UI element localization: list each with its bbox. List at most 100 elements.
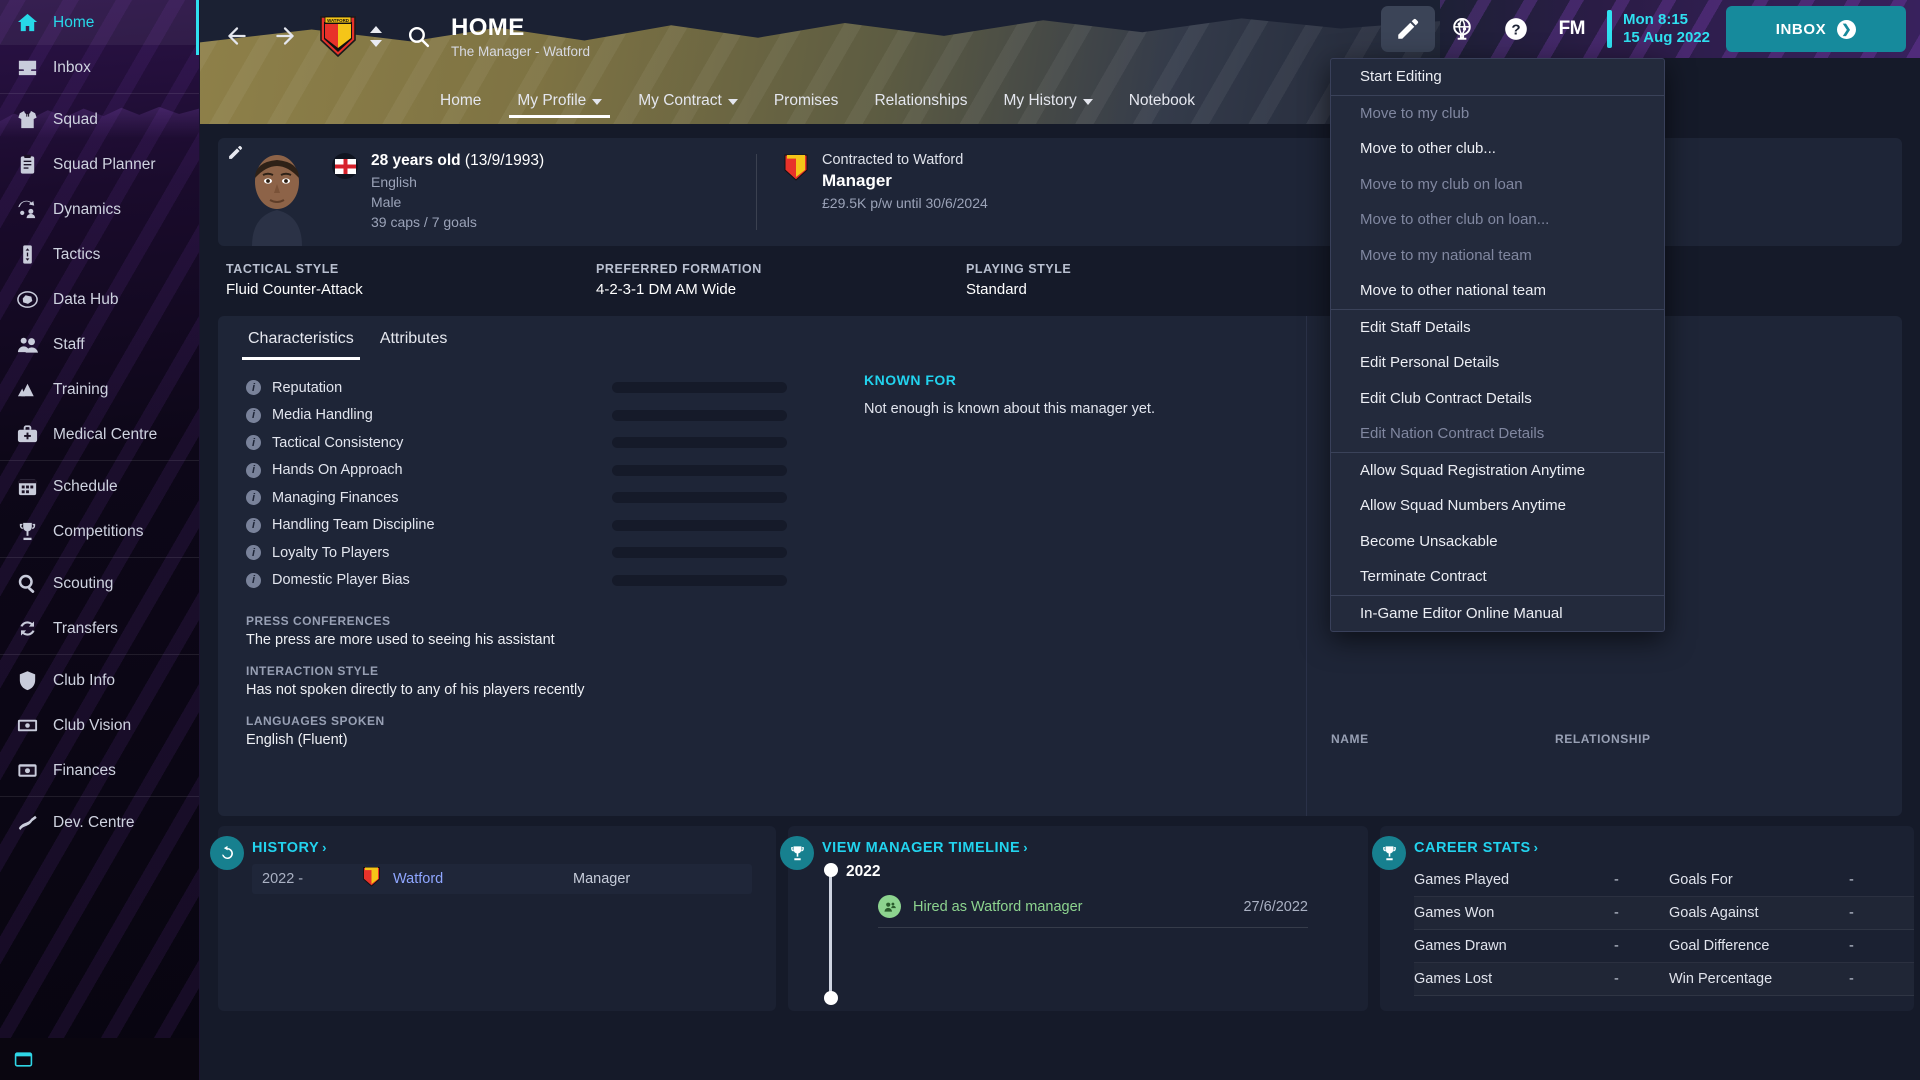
sidebar-item-dynamics[interactable]: Dynamics xyxy=(0,187,199,232)
app-root: Home Inbox Squad Squad Planner Dynamics Tacti… xyxy=(0,0,1920,1080)
vision-icon xyxy=(14,713,40,739)
characteristics-tab-characteristics[interactable]: Characteristics xyxy=(242,330,374,360)
career-stat-value: - xyxy=(1614,971,1619,987)
menu-item-terminate-contract[interactable]: Terminate Contract xyxy=(1331,559,1664,595)
globe-icon xyxy=(1452,18,1471,40)
info-icon[interactable]: i xyxy=(246,545,261,561)
sidebar-item-transfers[interactable]: Transfers xyxy=(0,606,199,651)
sidebar-item-squad-planner[interactable]: Squad Planner xyxy=(0,142,199,187)
menu-item-move-to-other-national-team[interactable]: Move to other national team xyxy=(1331,273,1664,309)
sidebar-item-dev-centre[interactable]: Dev. Centre xyxy=(0,800,199,845)
timeline-event[interactable]: Hired as Watford manager 27/6/2022 xyxy=(878,895,1308,928)
training-icon xyxy=(14,377,40,403)
tab-notebook[interactable]: Notebook xyxy=(1111,80,1213,122)
fm-logo[interactable]: FM xyxy=(1543,18,1601,40)
tab-home[interactable]: Home xyxy=(422,80,499,122)
sidebar-item-medical-centre[interactable]: Medical Centre xyxy=(0,412,199,457)
menu-item-edit-personal-details[interactable]: Edit Personal Details xyxy=(1331,345,1664,381)
history-club[interactable]: Watford xyxy=(393,871,573,887)
menu-item-in-game-editor-online-manual[interactable]: In-Game Editor Online Manual xyxy=(1331,596,1664,632)
timeline-title[interactable]: VIEW MANAGER TIMELINE › xyxy=(788,840,1368,856)
tab-my-history[interactable]: My History xyxy=(986,80,1111,122)
history-row[interactable]: 2022 - Watford Manager xyxy=(252,864,752,894)
tab-label: Relationships xyxy=(874,92,968,109)
info-icon[interactable]: i xyxy=(246,462,261,478)
sidebar-item-club-info[interactable]: Club Info xyxy=(0,658,199,703)
watford-badge-icon[interactable]: WATFORD xyxy=(318,14,358,58)
career-stat-row: Games Lost - Win Percentage - xyxy=(1414,963,1914,996)
back-button[interactable] xyxy=(216,15,258,57)
svg-text:?: ? xyxy=(1511,22,1520,39)
menu-item-edit-staff-details[interactable]: Edit Staff Details xyxy=(1331,310,1664,346)
press-info-value: English (Fluent) xyxy=(246,732,348,748)
club-switcher-stepper[interactable] xyxy=(370,25,382,47)
sidebar-separator xyxy=(0,796,199,797)
menu-item-allow-squad-registration-anytime[interactable]: Allow Squad Registration Anytime xyxy=(1331,453,1664,489)
sidebar-item-label: Training xyxy=(53,380,109,398)
sidebar-item-staff[interactable]: Staff xyxy=(0,322,199,367)
characteristic-row: i Loyalty To Players xyxy=(246,539,1306,567)
career-stat-key: Win Percentage xyxy=(1669,971,1773,987)
tab-relationships[interactable]: Relationships xyxy=(856,80,985,122)
pencil-icon xyxy=(229,145,243,159)
in-game-editor-button[interactable] xyxy=(1380,6,1435,52)
style-key: PREFERRED FORMATION xyxy=(596,262,762,276)
main-area: WATFORD HOME The Manager - Watford Home M… xyxy=(200,0,1920,1080)
bottom-panels: HISTORY › 2022 - Watford Manager VIEW MANAG… xyxy=(210,826,1914,1011)
characteristic-bar xyxy=(612,437,787,449)
menu-item-edit-club-contract-details[interactable]: Edit Club Contract Details xyxy=(1331,381,1664,417)
characteristic-bar xyxy=(612,492,787,504)
chevron-up-icon[interactable] xyxy=(370,25,382,33)
tab-my-profile[interactable]: My Profile xyxy=(499,80,620,122)
info-icon[interactable]: i xyxy=(246,407,261,423)
manager-nationality: English xyxy=(371,174,417,190)
chevron-down-icon[interactable] xyxy=(370,39,382,47)
career-stat-value: - xyxy=(1614,872,1619,888)
info-icon[interactable]: i xyxy=(246,380,261,396)
tab-label: Promises xyxy=(773,92,839,109)
menu-item-move-to-my-national-team: Move to my national team xyxy=(1360,246,1532,264)
watford-badge-icon xyxy=(362,866,384,892)
known-for-heading: KNOWN FOR xyxy=(864,372,957,388)
sidebar-item-label: Dev. Centre xyxy=(53,813,135,831)
history-title[interactable]: HISTORY › xyxy=(218,840,776,856)
history-role: Manager xyxy=(573,871,631,887)
career-stats-panel: CAREER STATS › Games Played - Goals For - Gam… xyxy=(1372,826,1914,1011)
menu-item-move-to-other-club[interactable]: Move to other club... xyxy=(1331,131,1664,167)
contract-summary: Contracted to Watford Manager £29.5K p/w… xyxy=(757,138,988,246)
tab-promises[interactable]: Promises xyxy=(756,80,857,122)
sidebar-item-home[interactable]: Home xyxy=(0,0,199,45)
sidebar-item-schedule[interactable]: Schedule xyxy=(0,464,199,509)
info-icon[interactable]: i xyxy=(246,490,261,506)
search-button[interactable] xyxy=(406,24,431,49)
career-stat-value: - xyxy=(1614,905,1619,921)
sidebar-item-data-hub[interactable]: Data Hub xyxy=(0,277,199,322)
world-button[interactable] xyxy=(1435,6,1489,52)
characteristics-tab-attributes[interactable]: Attributes xyxy=(374,330,468,360)
info-icon[interactable]: i xyxy=(246,517,261,533)
menu-item-become-unsackable[interactable]: Become Unsackable xyxy=(1331,524,1664,560)
header-titles: HOME The Manager - Watford xyxy=(451,14,590,59)
info-icon[interactable]: i xyxy=(246,572,261,588)
forward-button[interactable] xyxy=(264,15,306,57)
menu-item-allow-squad-numbers-anytime[interactable]: Allow Squad Numbers Anytime xyxy=(1331,488,1664,524)
inbox-button[interactable]: INBOX ❯ xyxy=(1726,6,1906,52)
menu-item-start-editing[interactable]: Start Editing xyxy=(1331,59,1664,95)
relationship-header-bottom: RELATIONSHIP xyxy=(1555,732,1651,746)
help-button[interactable]: ? xyxy=(1489,6,1543,52)
sidebar-item-inbox[interactable]: Inbox xyxy=(0,45,199,90)
sidebar-item-finances[interactable]: Finances xyxy=(0,748,199,793)
edit-profile-button[interactable] xyxy=(227,144,244,166)
contracted-to: Contracted to Watford xyxy=(822,152,964,168)
window-icon xyxy=(14,1051,33,1067)
tab-my-contract[interactable]: My Contract xyxy=(620,80,756,122)
sidebar-item-scouting[interactable]: Scouting xyxy=(0,561,199,606)
sidebar-item-club-vision[interactable]: Club Vision xyxy=(0,703,199,748)
sidebar-footer-button[interactable] xyxy=(0,1038,199,1080)
career-stats-title[interactable]: CAREER STATS › xyxy=(1380,840,1914,856)
sidebar-item-training[interactable]: Training xyxy=(0,367,199,412)
sidebar-item-squad[interactable]: Squad xyxy=(0,97,199,142)
sidebar-item-tactics[interactable]: Tactics xyxy=(0,232,199,277)
sidebar-item-competitions[interactable]: Competitions xyxy=(0,509,199,554)
info-icon[interactable]: i xyxy=(246,435,261,451)
